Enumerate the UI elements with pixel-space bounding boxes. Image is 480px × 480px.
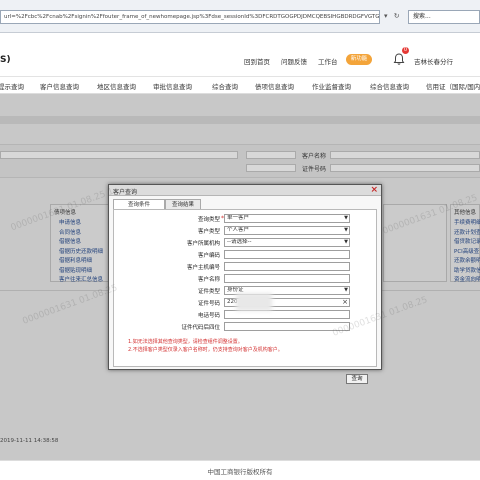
timestamp: 2019-11-11 14:38:58 xyxy=(0,438,59,444)
redaction-mask xyxy=(236,293,272,311)
customer-name-label: 客户名称 xyxy=(302,153,327,160)
customer-name-input[interactable] xyxy=(224,274,350,283)
form-row: 查询类型 * 单一客户 ▼ xyxy=(128,214,350,224)
dialog-title: 客户查询 xyxy=(113,189,138,196)
panel-link: 借贷款记录 xyxy=(454,239,480,245)
panel-link: 借据信息 xyxy=(59,239,82,245)
form-row: 客户所属机构 --请选择-- ▼ xyxy=(128,238,350,248)
id-number-label: 证件号码 xyxy=(302,166,327,173)
nav-item[interactable]: 提示查询 xyxy=(0,81,24,91)
form-row: 客户名称 xyxy=(128,274,350,284)
clear-icon[interactable]: × xyxy=(342,299,348,306)
close-icon[interactable]: × xyxy=(370,185,378,196)
refresh-icon[interactable]: ▾ ↻ xyxy=(384,12,402,20)
customer-type-select[interactable]: 个人客户 ▼ xyxy=(224,226,350,235)
background-input xyxy=(330,151,480,159)
background-input xyxy=(330,164,480,172)
customer-type-label: 客户类型 xyxy=(197,229,220,235)
query-button[interactable]: 查询 xyxy=(346,374,368,384)
new-feature-badge[interactable]: 新功能 xyxy=(346,54,372,65)
panel-link: 客户往来汇总信息 xyxy=(59,277,104,283)
panel-link: 还款余额明 xyxy=(454,258,480,264)
notification-count-badge: 0 xyxy=(402,47,409,54)
nav-item[interactable]: 地区信息查询 xyxy=(97,81,136,91)
panel-link: 合同信息 xyxy=(59,229,82,236)
chevron-down-icon: ▼ xyxy=(344,215,348,221)
phone-input[interactable] xyxy=(224,310,350,319)
id-number-label: 证件号码 xyxy=(197,301,220,307)
background-search-form: 客户名称 证件号码 xyxy=(0,144,480,178)
panel-link: 还款计划查 xyxy=(454,229,480,236)
dialog-body: 查询类型 * 单一客户 ▼ 客户类型 个人客户 ▼ 客户所属机构 --请选择-- ▼ … xyxy=(113,209,377,384)
url-field[interactable]: url=%2Fcbc%2Fcnab%2Fsignin%2Ffouter_fram… xyxy=(0,10,380,24)
id-last4-label: 证件代码后四位 xyxy=(181,325,220,331)
chevron-down-icon: ▼ xyxy=(344,227,348,233)
customer-org-label: 客户所属机构 xyxy=(186,241,220,247)
query-type-select[interactable]: 单一客户 ▼ xyxy=(224,214,350,223)
query-type-label: 查询类型 xyxy=(197,217,220,223)
panel-link: 手续费明细 xyxy=(454,220,480,226)
panel-link: PCI高级查 xyxy=(454,248,480,255)
nav-item[interactable]: 债项信息查询 xyxy=(255,81,294,91)
customer-name-label: 客户名称 xyxy=(197,277,220,283)
panel-link: 助学贷款信 xyxy=(454,267,480,274)
tab-query-results[interactable]: 查询结果 xyxy=(165,199,201,209)
nav-item[interactable]: 作业监督查询 xyxy=(312,81,351,91)
main-nav: 提示查询 客户信息查询 地区信息查询 审批信息查询 综合查询 债项信息查询 作业… xyxy=(0,77,480,94)
customer-code-input[interactable] xyxy=(224,250,350,259)
panel-link: 资金流向明 xyxy=(454,277,480,283)
panel-link: 借据利息明细 xyxy=(59,258,93,264)
form-row: 证件代码后四位 xyxy=(128,322,350,332)
nav-item[interactable]: 综合信息查询 xyxy=(370,81,409,91)
id-type-label: 证件类型 xyxy=(197,289,220,295)
workbench-link[interactable]: 工作台 xyxy=(318,56,338,66)
browser-address-bar: url=%2Fcbc%2Fcnab%2Fsignin%2Ffouter_fram… xyxy=(0,0,480,33)
background-select xyxy=(246,151,296,159)
nav-item[interactable]: 信用证（国际/国内 xyxy=(426,81,480,91)
form-row: 客户编码 xyxy=(128,250,350,260)
customer-code-label: 客户编码 xyxy=(197,253,220,259)
other-info-panel: 其他信息 手续费明细 还款计划查 借贷款记录 PCI高级查 还款余额明 助学贷款… xyxy=(450,204,480,283)
dialog-titlebar: 客户查询 × xyxy=(109,185,381,196)
hint-text: 2.不选择客户类型仅录入客户名称时，仍支持查询对客户及机构客户。 xyxy=(128,347,283,353)
tab-query-conditions[interactable]: 查询条件 xyxy=(113,199,165,209)
panel-link: 借据贴现明细 xyxy=(59,267,93,274)
browser-search-input[interactable]: 搜索... xyxy=(408,10,480,24)
customer-query-dialog: 客户查询 × 查询条件 查询结果 查询类型 * 单一客户 ▼ 客户类型 个人客户 ▼… xyxy=(108,184,382,384)
footer: 2019-11-11 14:38:58 中国工商银行版权所有 xyxy=(0,438,480,480)
form-row: 电话号码 xyxy=(128,310,350,320)
copyright-text: 中国工商银行版权所有 xyxy=(207,468,273,476)
nav-item[interactable]: 综合查询 xyxy=(212,81,238,91)
hint-text: 1.如无法选择其他查询类型，请检查组件调整设置。 xyxy=(128,339,243,345)
app-header: S) 回到首页 问题反馈 工作台 新功能 0 吉林长春分行 xyxy=(0,33,480,77)
customer-org-select[interactable]: --请选择-- ▼ xyxy=(224,238,350,247)
bell-icon[interactable] xyxy=(392,52,406,66)
nav-item[interactable]: 审批信息查询 xyxy=(153,81,192,91)
background-select xyxy=(246,164,296,172)
divider xyxy=(0,116,480,124)
panel-link: 申请信息 xyxy=(59,220,82,226)
app-logo: S) xyxy=(0,55,11,65)
panel-link: 借据历史还款明细 xyxy=(59,248,104,255)
home-link[interactable]: 回到首页 xyxy=(244,56,270,66)
nav-item[interactable]: 客户信息查询 xyxy=(40,81,79,91)
background-select xyxy=(0,151,238,159)
phone-label: 电话号码 xyxy=(197,313,220,319)
host-number-label: 客户主机编号 xyxy=(186,265,220,271)
form-row: 客户主机编号 xyxy=(128,262,350,272)
chevron-down-icon: ▼ xyxy=(344,287,348,293)
host-number-input[interactable] xyxy=(224,262,350,271)
feedback-link[interactable]: 问题反馈 xyxy=(281,56,307,66)
branch-selector[interactable]: 吉林长春分行 xyxy=(414,56,453,66)
form-row: 客户类型 个人客户 ▼ xyxy=(128,226,350,236)
chevron-down-icon: ▼ xyxy=(344,239,348,245)
